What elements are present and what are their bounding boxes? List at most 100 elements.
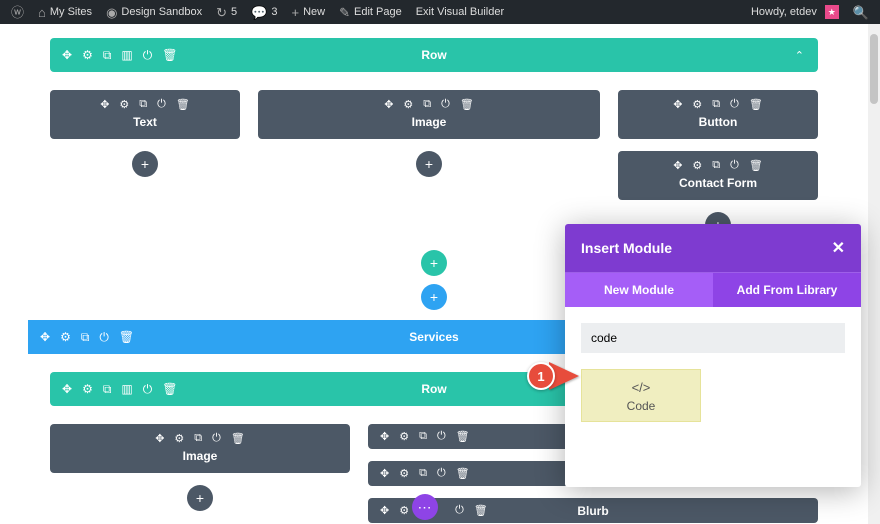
gear-icon[interactable]: ⚙	[692, 98, 702, 111]
duplicate-icon[interactable]: ⧉	[712, 159, 720, 172]
trash-icon[interactable]: 🗑	[119, 330, 134, 345]
move-icon[interactable]: ✥	[380, 430, 389, 443]
edit-page-link[interactable]: ✎Edit Page	[332, 0, 409, 24]
module-result-code[interactable]: </> Code	[581, 369, 701, 422]
add-module-button[interactable]: +	[416, 151, 442, 177]
code-icon: </>	[582, 380, 700, 395]
row-1-header[interactable]: ✥ ⚙ ⧉ ▥ ⏻ 🗑 Row ⌃	[50, 38, 818, 72]
columns-icon[interactable]: ▥	[121, 382, 132, 396]
more-options-button[interactable]: ⋯	[412, 494, 438, 520]
popup-body: </> Code	[565, 307, 861, 487]
comments-menu[interactable]: 💬3	[244, 0, 284, 24]
power-icon[interactable]: ⏻	[143, 382, 153, 397]
move-icon[interactable]: ✥	[62, 48, 72, 62]
trash-icon[interactable]: 🗑	[749, 98, 763, 111]
gear-icon[interactable]: ⚙	[403, 98, 413, 111]
gear-icon[interactable]: ⚙	[82, 48, 93, 62]
comments-count: 3	[271, 6, 277, 18]
move-icon[interactable]: ✥	[384, 98, 393, 111]
adminbar-search[interactable]: 🔍	[846, 0, 876, 24]
updates-menu[interactable]: ↻5	[209, 0, 244, 24]
module-result-label: Code	[582, 399, 700, 413]
my-sites-menu[interactable]: ⌂My Sites	[31, 0, 99, 24]
power-icon[interactable]: ⏻	[730, 98, 739, 111]
popup-tabs: New Module Add From Library	[565, 272, 861, 307]
power-icon[interactable]: ⏻	[143, 48, 153, 63]
gear-icon[interactable]: ⚙	[60, 330, 71, 345]
duplicate-icon[interactable]: ⧉	[419, 430, 427, 443]
power-icon[interactable]: ⏻	[730, 159, 739, 172]
move-icon[interactable]: ✥	[155, 432, 164, 445]
tab-new-module[interactable]: New Module	[565, 273, 713, 307]
home-icon: ⌂	[38, 6, 46, 19]
my-account[interactable]: Howdy, etdev★	[744, 0, 846, 24]
add-module-button[interactable]: +	[187, 485, 213, 511]
trash-icon[interactable]: 🗑	[162, 48, 177, 62]
duplicate-icon[interactable]: ⧉	[103, 48, 112, 63]
trash-icon[interactable]: 🗑	[749, 159, 763, 172]
add-module-button[interactable]: +	[132, 151, 158, 177]
trash-icon[interactable]: 🗑	[176, 98, 190, 111]
trash-icon[interactable]: 🗑	[460, 98, 474, 111]
trash-icon[interactable]: 🗑	[474, 504, 488, 517]
duplicate-icon[interactable]: ⧉	[139, 98, 147, 111]
module-button[interactable]: ✥ ⚙ ⧉ ⏻ 🗑 Button	[618, 90, 818, 139]
duplicate-icon[interactable]: ⧉	[103, 382, 112, 397]
duplicate-icon[interactable]: ⧉	[419, 467, 427, 480]
columns-icon[interactable]: ▥	[121, 48, 132, 62]
scroll-thumb[interactable]	[870, 34, 878, 104]
module-text[interactable]: ✥ ⚙ ⧉ ⏻ 🗑 Text	[50, 90, 240, 139]
duplicate-icon[interactable]: ⧉	[194, 432, 202, 445]
popup-header[interactable]: Insert Module ✕	[565, 224, 861, 272]
wp-logo[interactable]: ⓦ	[4, 0, 31, 24]
move-icon[interactable]: ✥	[380, 504, 389, 517]
page-scrollbar[interactable]	[868, 24, 880, 524]
module-image[interactable]: ✥ ⚙ ⧉ ⏻ 🗑 Image	[258, 90, 600, 139]
duplicate-icon[interactable]: ⧉	[423, 98, 431, 111]
row2-col-1: ✥ ⚙ ⧉ ⏻ 🗑 Image +	[50, 424, 350, 523]
row-1-columns: ✥ ⚙ ⧉ ⏻ 🗑 Text + ✥ ⚙ ⧉ ⏻	[0, 72, 868, 244]
trash-icon[interactable]: 🗑	[456, 467, 470, 480]
move-icon[interactable]: ✥	[100, 98, 109, 111]
gear-icon[interactable]: ⚙	[174, 432, 184, 445]
gear-icon[interactable]: ⚙	[692, 159, 702, 172]
module-search-input[interactable]	[581, 323, 845, 353]
power-icon[interactable]: ⏻	[99, 330, 109, 345]
module-blurb[interactable]: ✥ ⚙ ⏻ 🗑 Blurb ⋯	[368, 498, 818, 523]
gear-icon[interactable]: ⚙	[119, 98, 129, 111]
power-icon[interactable]: ⏻	[157, 98, 166, 111]
trash-icon[interactable]: 🗑	[456, 430, 470, 443]
insert-module-popup: Insert Module ✕ New Module Add From Libr…	[565, 224, 861, 487]
move-icon[interactable]: ✥	[380, 467, 389, 480]
add-section-button[interactable]: +	[421, 284, 447, 310]
site-name-menu[interactable]: ◉Design Sandbox	[99, 0, 209, 24]
annotation-number: 1	[527, 362, 555, 390]
duplicate-icon[interactable]: ⧉	[81, 330, 90, 345]
power-icon[interactable]: ⏻	[437, 467, 446, 480]
duplicate-icon[interactable]: ⧉	[712, 98, 720, 111]
howdy-label: Howdy, etdev	[751, 6, 817, 18]
trash-icon[interactable]: 🗑	[231, 432, 245, 445]
power-icon[interactable]: ⏻	[441, 98, 450, 111]
gear-icon[interactable]: ⚙	[399, 504, 409, 517]
close-icon[interactable]: ✕	[832, 238, 845, 258]
power-icon[interactable]: ⏻	[455, 504, 464, 517]
move-icon[interactable]: ✥	[62, 382, 72, 396]
chevron-up-icon[interactable]: ⌃	[795, 49, 804, 62]
move-icon[interactable]: ✥	[673, 159, 682, 172]
exit-vb-label: Exit Visual Builder	[416, 6, 504, 18]
gear-icon[interactable]: ⚙	[399, 467, 409, 480]
module-contact-form[interactable]: ✥ ⚙ ⧉ ⏻ 🗑 Contact Form	[618, 151, 818, 200]
exit-visual-builder[interactable]: Exit Visual Builder	[409, 0, 511, 24]
trash-icon[interactable]: 🗑	[162, 382, 177, 396]
add-row-button[interactable]: +	[421, 250, 447, 276]
gear-icon[interactable]: ⚙	[399, 430, 409, 443]
new-content-menu[interactable]: +New	[284, 0, 332, 24]
power-icon[interactable]: ⏻	[212, 432, 221, 445]
power-icon[interactable]: ⏻	[437, 430, 446, 443]
module-image-2[interactable]: ✥ ⚙ ⧉ ⏻ 🗑 Image	[50, 424, 350, 473]
gear-icon[interactable]: ⚙	[82, 382, 93, 396]
move-icon[interactable]: ✥	[40, 330, 50, 345]
tab-add-from-library[interactable]: Add From Library	[713, 273, 861, 307]
move-icon[interactable]: ✥	[673, 98, 682, 111]
